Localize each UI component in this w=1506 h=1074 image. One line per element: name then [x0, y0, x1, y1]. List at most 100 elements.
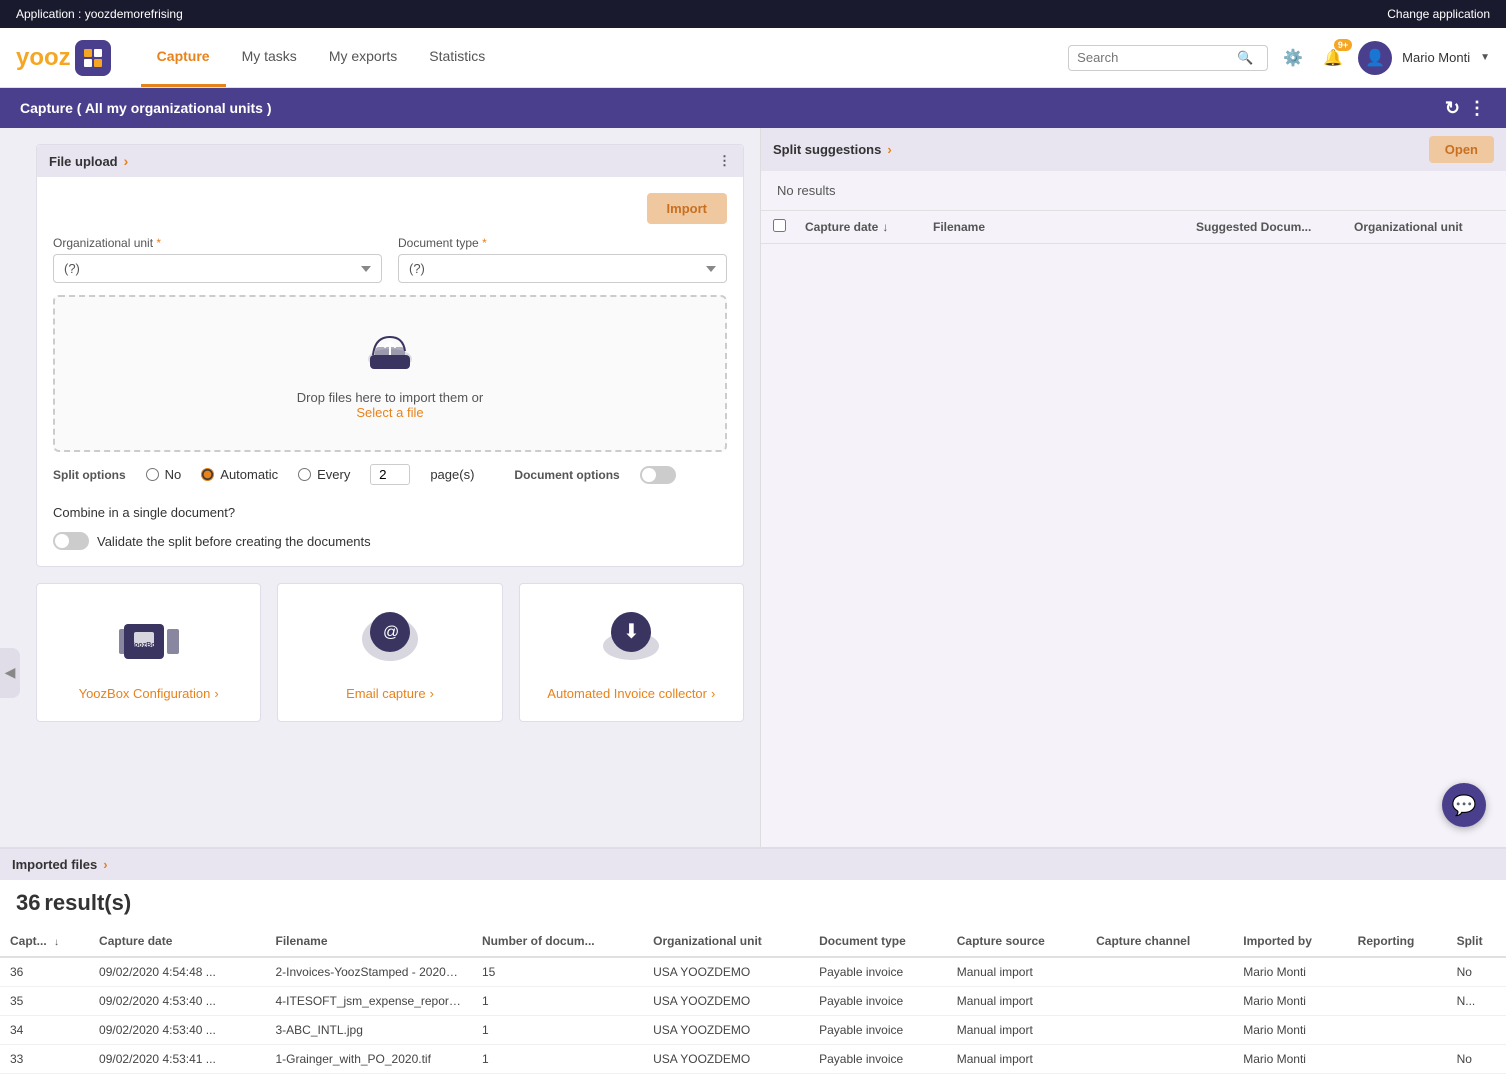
pages-input[interactable]	[370, 464, 410, 485]
drop-text: Drop files here to import them or	[85, 390, 695, 405]
file-upload-header: File upload › ⋮	[37, 145, 743, 177]
cell-channel	[1086, 1016, 1233, 1045]
email-link[interactable]: Email capture ›	[298, 686, 481, 701]
imported-chevron-icon[interactable]: ›	[103, 857, 107, 872]
section-menu-icon[interactable]: ⋮	[718, 153, 731, 169]
col-capture-date[interactable]: Capture date ↓	[805, 220, 925, 234]
col-split[interactable]: Split	[1447, 926, 1506, 957]
cell-imported: Mario Monti	[1233, 987, 1347, 1016]
radio-every-input[interactable]	[298, 468, 311, 481]
validate-label: Validate the split before creating the d…	[97, 534, 371, 549]
nav-item-tasks[interactable]: My tasks	[226, 28, 313, 87]
chat-button[interactable]: 💬	[1442, 783, 1486, 827]
user-chevron-icon[interactable]: ▼	[1480, 52, 1490, 63]
radio-every[interactable]: Every	[298, 467, 350, 482]
logo-icon	[75, 40, 111, 76]
select-file-link[interactable]: Select a file	[356, 405, 423, 420]
yoozbox-icon: YoozBox	[57, 604, 240, 676]
col-capture-source[interactable]: Capture source	[947, 926, 1086, 957]
col-imported-by[interactable]: Imported by	[1233, 926, 1347, 957]
file-upload-section: File upload › ⋮ Import Organizational un…	[36, 144, 744, 567]
validate-toggle[interactable]	[53, 532, 89, 550]
nav-items: Capture My tasks My exports Statistics	[141, 28, 1069, 87]
svg-text:YoozBox: YoozBox	[130, 642, 160, 649]
cell-imported: Mario Monti	[1233, 1045, 1347, 1074]
notification-icon[interactable]: 🔔 9+	[1318, 43, 1348, 73]
imported-files-header: Imported files ›	[0, 849, 1506, 880]
col-org-unit[interactable]: Organizational unit	[1354, 220, 1494, 234]
change-app-btn[interactable]: Change application	[1387, 7, 1490, 21]
col-num-docs[interactable]: Number of docum...	[472, 926, 643, 957]
cell-channel	[1086, 957, 1233, 987]
cell-source: Manual import	[947, 987, 1086, 1016]
nav-item-statistics[interactable]: Statistics	[413, 28, 501, 87]
nav-item-exports[interactable]: My exports	[313, 28, 413, 87]
cell-split: N...	[1447, 987, 1506, 1016]
radio-no-input[interactable]	[146, 468, 159, 481]
yoozbox-card[interactable]: YoozBox YoozBox Configuration ›	[36, 583, 261, 722]
table-row[interactable]: 35 09/02/2020 4:53:40 ... 4-ITESOFT_jsm_…	[0, 987, 1506, 1016]
invoice-link[interactable]: Automated Invoice collector ›	[540, 686, 723, 701]
radio-no[interactable]: No	[146, 467, 182, 482]
col-doc-type[interactable]: Document type	[809, 926, 947, 957]
main-layout: ◀ File upload › ⋮ Import O	[0, 128, 1506, 847]
col-org-unit[interactable]: Organizational unit	[643, 926, 809, 957]
cell-channel	[1086, 987, 1233, 1016]
combine-slider	[640, 466, 676, 484]
collapse-panel-btn[interactable]: ◀	[0, 648, 20, 698]
select-all-checkbox[interactable]	[773, 219, 786, 232]
settings-icon[interactable]: ⚙️	[1278, 43, 1308, 73]
search-box[interactable]: 🔍	[1068, 45, 1268, 71]
cell-date: 09/02/2020 4:54:48 ...	[89, 957, 265, 987]
radio-automatic[interactable]: Automatic	[201, 467, 278, 482]
table-row[interactable]: 33 09/02/2020 4:53:41 ... 1-Grainger_wit…	[0, 1045, 1506, 1074]
cell-type: Payable invoice	[809, 1016, 947, 1045]
search-icon[interactable]: 🔍	[1237, 50, 1253, 66]
col-num[interactable]: Capt... ↓	[0, 926, 89, 957]
file-upload-chevron-icon[interactable]: ›	[124, 153, 129, 169]
invoice-card[interactable]: ⬇ Automated Invoice collector ›	[519, 583, 744, 722]
refresh-icon[interactable]: ↻	[1445, 98, 1460, 119]
svg-text:⬇: ⬇	[623, 621, 640, 643]
import-button[interactable]: Import	[647, 193, 727, 224]
page-title: Capture ( All my organizational units )	[20, 100, 272, 116]
org-unit-label: Organizational unit *	[53, 236, 382, 250]
cell-reporting	[1348, 987, 1447, 1016]
cell-docs: 15	[472, 957, 643, 987]
more-icon[interactable]: ⋮	[1468, 98, 1486, 119]
table-row[interactable]: 34 09/02/2020 4:53:40 ... 3-ABC_INTL.jpg…	[0, 1016, 1506, 1045]
col-reporting[interactable]: Reporting	[1348, 926, 1447, 957]
logo: yooz	[16, 40, 111, 76]
cell-imported: Mario Monti	[1233, 1016, 1347, 1045]
col-capture-date[interactable]: Capture date	[89, 926, 265, 957]
org-unit-select[interactable]: (?)	[53, 254, 382, 283]
yoozbox-link[interactable]: YoozBox Configuration ›	[57, 686, 240, 701]
page-header: Capture ( All my organizational units ) …	[0, 88, 1506, 128]
doc-type-select[interactable]: (?)	[398, 254, 727, 283]
col-suggested[interactable]: Suggested Docum...	[1196, 220, 1346, 234]
split-chevron-icon[interactable]: ›	[887, 142, 891, 157]
avatar[interactable]: 👤	[1358, 41, 1392, 75]
open-button[interactable]: Open	[1429, 136, 1494, 163]
cell-reporting	[1348, 1045, 1447, 1074]
cell-num: 35	[0, 987, 89, 1016]
cell-type: Payable invoice	[809, 957, 947, 987]
user-name[interactable]: Mario Monti	[1402, 50, 1470, 65]
radio-automatic-input[interactable]	[201, 468, 214, 481]
col-filename[interactable]: Filename	[266, 926, 472, 957]
email-card[interactable]: @ Email capture ›	[277, 583, 502, 722]
table-row[interactable]: 36 09/02/2020 4:54:48 ... 2-Invoices-Yoo…	[0, 957, 1506, 987]
combine-toggle[interactable]	[640, 466, 676, 484]
org-unit-group: Organizational unit * (?)	[53, 236, 382, 283]
upload-icon	[85, 327, 695, 382]
split-options-row: Split options No Automatic Every	[53, 464, 727, 520]
col-capture-channel[interactable]: Capture channel	[1086, 926, 1233, 957]
cell-num: 34	[0, 1016, 89, 1045]
col-filename[interactable]: Filename	[933, 220, 1188, 234]
search-input[interactable]	[1077, 50, 1237, 65]
split-suggestions-title: Split suggestions	[773, 142, 881, 157]
nav-item-capture[interactable]: Capture	[141, 28, 226, 87]
svg-text:@: @	[383, 624, 399, 641]
left-panel: File upload › ⋮ Import Organizational un…	[20, 128, 760, 738]
drop-zone[interactable]: Drop files here to import them or Select…	[53, 295, 727, 452]
